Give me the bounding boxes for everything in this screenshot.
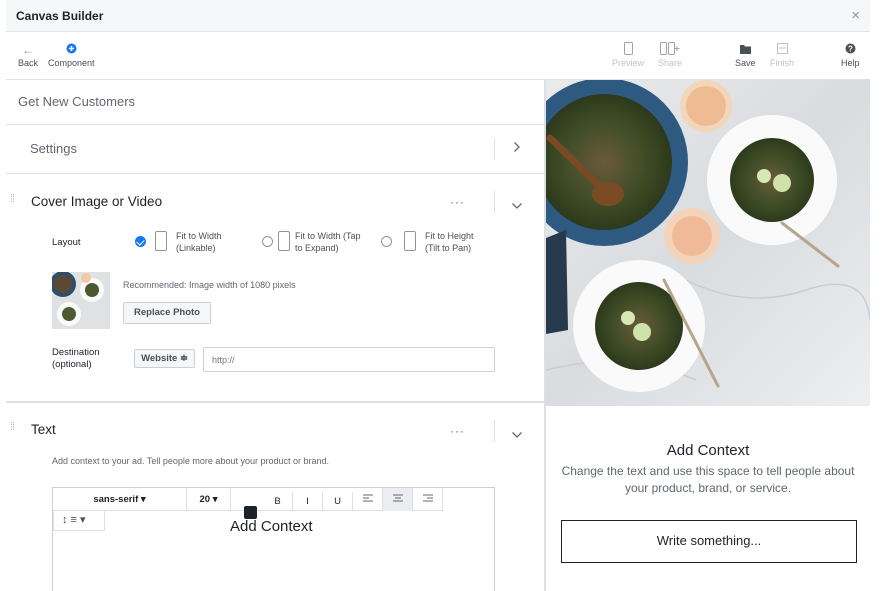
divider bbox=[494, 420, 495, 442]
help-button[interactable]: ? Help bbox=[841, 42, 860, 68]
toolbar: ← Back Component Preview Share Save Fini… bbox=[6, 32, 870, 80]
layout-label: Layout bbox=[52, 237, 81, 248]
italic-button[interactable]: I bbox=[293, 492, 323, 511]
share-label: Share bbox=[658, 58, 683, 68]
preview-button[interactable]: Preview bbox=[612, 42, 644, 68]
save-button[interactable]: Save bbox=[735, 42, 756, 68]
chevron-right-icon[interactable] bbox=[513, 141, 521, 156]
back-label: Back bbox=[18, 58, 39, 68]
divider bbox=[494, 138, 495, 160]
folder-icon bbox=[735, 42, 756, 58]
divider bbox=[494, 191, 495, 213]
settings-label: Settings bbox=[30, 141, 77, 156]
finish-button[interactable]: Finish bbox=[770, 42, 794, 68]
back-button[interactable]: ← Back bbox=[18, 42, 38, 68]
drag-handle-icon[interactable]: ⁞⁞ bbox=[10, 422, 18, 433]
close-icon[interactable]: × bbox=[851, 8, 860, 23]
svg-text:?: ? bbox=[848, 44, 853, 53]
settings-row[interactable]: Settings bbox=[6, 125, 544, 174]
title-bar: Canvas Builder × bbox=[6, 0, 870, 32]
preview-heading: Add Context bbox=[666, 442, 750, 459]
cover-section-title: Cover Image or Video bbox=[31, 194, 163, 209]
align-right-button[interactable] bbox=[413, 488, 443, 511]
help-label: Help bbox=[841, 58, 860, 68]
share-button[interactable]: Share bbox=[658, 42, 682, 68]
radio[interactable] bbox=[262, 236, 273, 247]
phone-icon bbox=[612, 42, 644, 58]
finish-label: Finish bbox=[770, 58, 795, 68]
font-family-select[interactable]: sans-serif ▾ bbox=[53, 488, 187, 511]
section-divider bbox=[6, 401, 544, 403]
cover-image bbox=[546, 80, 870, 406]
destination-url-input[interactable] bbox=[203, 347, 495, 372]
font-size-select[interactable]: 20 ▾ bbox=[187, 488, 231, 511]
align-left-icon bbox=[362, 494, 373, 502]
line-height-select[interactable]: ↕ ≡ ▾ bbox=[53, 511, 105, 531]
image-recommendation: Recommended: Image width of 1080 pixels bbox=[123, 280, 296, 290]
bold-button[interactable]: B bbox=[263, 492, 293, 511]
text-section-title: Text bbox=[31, 422, 56, 437]
text-editor: sans-serif ▾ 20 ▾ B I U ↕ ≡ ▾ Add Contex… bbox=[52, 487, 495, 591]
layout-option-label: Fit to Width (Linkable) bbox=[176, 231, 222, 253]
write-something-button[interactable]: Write something... bbox=[561, 520, 857, 563]
align-center-icon bbox=[392, 494, 403, 502]
destination-type-select[interactable]: Website ≑ bbox=[134, 349, 195, 368]
preview-description: Change the text and use this space to te… bbox=[561, 464, 855, 495]
finish-icon bbox=[770, 42, 794, 58]
align-center-button[interactable] bbox=[383, 488, 413, 511]
editor-panel: Get New Customers Settings ⁞⁞ Cover Imag… bbox=[6, 80, 544, 591]
chevron-down-icon[interactable] bbox=[511, 426, 523, 442]
window-title: Canvas Builder bbox=[16, 9, 104, 23]
more-options-icon[interactable]: ··· bbox=[450, 195, 465, 209]
editor-content[interactable]: Add Context bbox=[230, 518, 313, 535]
drag-handle-icon[interactable]: ⁞⁞ bbox=[10, 194, 18, 205]
destination-label: Destination (optional) bbox=[52, 347, 100, 370]
component-button[interactable]: Component bbox=[48, 42, 95, 68]
replace-photo-button[interactable]: Replace Photo bbox=[123, 302, 211, 324]
align-right-icon bbox=[422, 494, 433, 502]
save-label: Save bbox=[735, 58, 756, 68]
back-arrow-icon: ← bbox=[22, 43, 34, 57]
help-icon: ? bbox=[841, 42, 860, 58]
radio-selected[interactable] bbox=[135, 236, 146, 247]
phone-tilt-icon bbox=[404, 231, 416, 251]
campaign-name[interactable]: Get New Customers bbox=[18, 94, 135, 109]
component-label: Component bbox=[48, 58, 95, 68]
align-left-button[interactable] bbox=[353, 488, 383, 511]
plus-circle-icon bbox=[48, 42, 95, 58]
layout-option-label: Fit to Height (Tilt to Pan) bbox=[425, 231, 474, 253]
radio[interactable] bbox=[381, 236, 392, 247]
underline-button[interactable]: U bbox=[323, 492, 353, 511]
chevron-down-icon[interactable] bbox=[511, 197, 523, 213]
share-icon bbox=[658, 42, 682, 58]
phone-icon bbox=[155, 231, 167, 251]
preview-panel: Add Context Change the text and use this… bbox=[546, 80, 870, 591]
preview-label: Preview bbox=[612, 58, 645, 68]
phone-expand-icon bbox=[278, 231, 290, 251]
cover-thumbnail bbox=[52, 272, 110, 329]
more-options-icon[interactable]: ··· bbox=[450, 424, 465, 438]
campaign-row: Get New Customers bbox=[6, 80, 544, 125]
layout-option-label: Fit to Width (Tap to Expand) bbox=[295, 231, 361, 253]
text-help: Add context to your ad. Tell people more… bbox=[52, 456, 330, 466]
